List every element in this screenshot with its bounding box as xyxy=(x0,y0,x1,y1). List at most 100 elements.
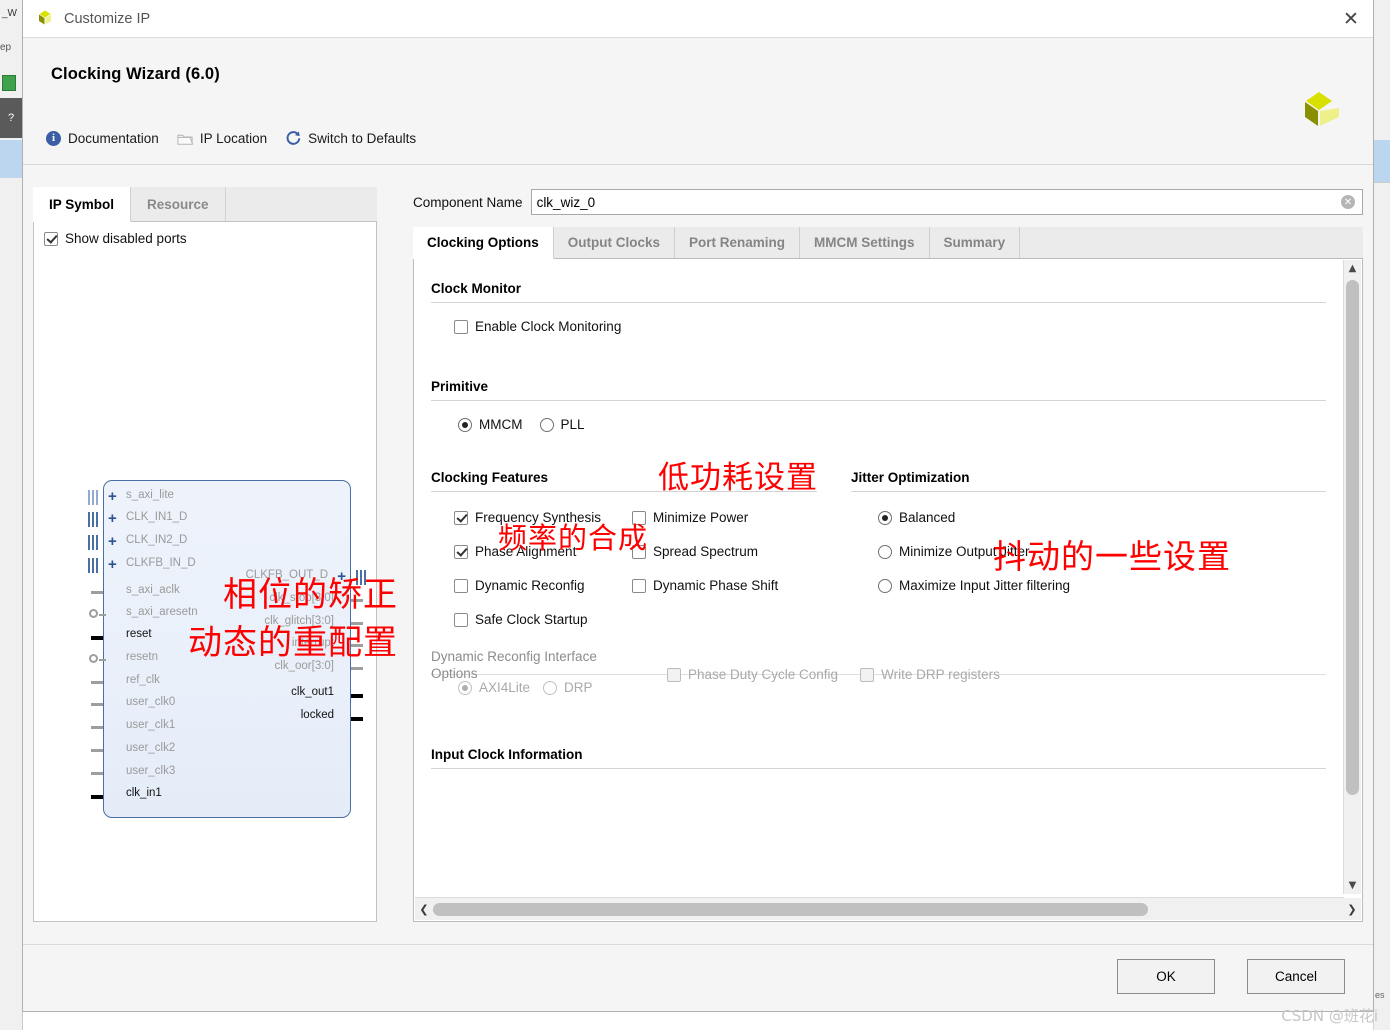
port-pin-clk-in1 xyxy=(91,795,103,799)
port-pin-user-clk1 xyxy=(91,726,103,729)
port-label-resetn: resetn xyxy=(126,651,158,663)
expand-icon[interactable]: + xyxy=(108,534,117,549)
scroll-up-icon[interactable]: ▲ xyxy=(1344,260,1361,277)
jitter-maximize-input-row[interactable]: Maximize Input Jitter filtering xyxy=(878,578,1343,593)
documentation-button[interactable]: i Documentation xyxy=(45,130,159,147)
dynamic-phase-shift-row[interactable]: Dynamic Phase Shift xyxy=(632,578,834,593)
tab-ip-symbol[interactable]: IP Symbol xyxy=(33,187,132,222)
port-pin-s-axi-lite xyxy=(88,490,98,505)
jitter-balanced-radio[interactable] xyxy=(878,510,892,525)
clock-monitor-heading: Clock Monitor xyxy=(431,281,521,296)
port-label-user-clk0: user_clk0 xyxy=(126,696,176,708)
axi4lite-radio[interactable] xyxy=(458,680,472,695)
port-pin-clk-in2-d xyxy=(88,535,98,550)
component-name-field[interactable]: ✕ xyxy=(530,189,1363,215)
port-label-user-clk1: user_clk1 xyxy=(126,719,176,731)
frequency-synthesis-note: 频率的合成 xyxy=(498,521,649,555)
folder-icon xyxy=(177,130,194,147)
dynamic-reconfig-section: Dynamic Reconfig Interface Options AXI4L… xyxy=(414,649,1343,695)
expand-icon[interactable]: + xyxy=(108,489,117,504)
customize-ip-dialog: Customize IP ✕ Clocking Wizard (6.0) i D… xyxy=(22,0,1374,1012)
horizontal-scrollbar-thumb[interactable] xyxy=(433,902,1148,916)
background-right-divider xyxy=(1374,182,1390,183)
ip-symbol-panel: IP Symbol Resource Show disabled ports +… xyxy=(33,187,377,922)
horizontal-scrollbar[interactable]: ❮ xyxy=(415,897,1344,920)
spread-spectrum-label: Spread Spectrum xyxy=(653,544,759,559)
jitter-balanced-row[interactable]: Balanced xyxy=(878,510,1343,525)
write-drp-registers-checkbox[interactable] xyxy=(860,667,875,682)
background-right-selected xyxy=(1374,140,1390,182)
dialog-title: Customize IP xyxy=(64,10,151,27)
port-label-clk-in2-d: CLK_IN2_D xyxy=(126,534,188,546)
tab-mmcm-settings[interactable]: MMCM Settings xyxy=(800,227,930,258)
switch-to-defaults-button[interactable]: Switch to Defaults xyxy=(285,130,416,147)
port-pin-user-clk3 xyxy=(91,772,103,775)
jitter-optimization-heading: Jitter Optimization xyxy=(851,470,970,485)
jitter-minimize-output-radio[interactable] xyxy=(878,544,892,559)
primitive-pll-label: PLL xyxy=(560,417,585,432)
port-pin-user-clk0 xyxy=(91,703,103,706)
vertical-scrollbar-thumb[interactable] xyxy=(1346,280,1359,795)
cancel-button[interactable]: Cancel xyxy=(1247,959,1345,994)
scroll-down-icon[interactable]: ▼ xyxy=(1344,877,1361,894)
background-fragment-2: ep xyxy=(0,42,12,53)
phase-duty-cycle-config-checkbox[interactable] xyxy=(667,667,681,682)
primitive-pll-radio[interactable] xyxy=(539,417,554,432)
show-disabled-ports-row[interactable]: Show disabled ports xyxy=(34,222,376,246)
vertical-scrollbar[interactable]: ▲ ▼ xyxy=(1343,260,1361,894)
write-drp-registers-label: Write DRP registers xyxy=(881,667,1000,682)
spread-spectrum-row[interactable]: Spread Spectrum xyxy=(632,544,834,559)
port-pin-user-clk2 xyxy=(91,749,103,752)
port-label-s-axi-aclk: s_axi_aclk xyxy=(126,584,180,596)
phase-alignment-checkbox[interactable] xyxy=(454,544,468,559)
ip-location-button[interactable]: IP Location xyxy=(177,130,267,147)
phase-correction-note: 相位的矫正 xyxy=(223,575,398,615)
port-label-clk-in1: clk_in1 xyxy=(126,787,162,799)
show-disabled-ports-label: Show disabled ports xyxy=(65,231,187,246)
watermark: CSDN @班花i xyxy=(1281,1007,1378,1025)
tab-summary[interactable]: Summary xyxy=(929,227,1021,258)
close-icon[interactable]: ✕ xyxy=(1337,6,1365,32)
minimize-power-row[interactable]: Minimize Power xyxy=(632,510,834,525)
component-name-row: Component Name ✕ xyxy=(413,187,1363,217)
tab-clocking-options[interactable]: Clocking Options xyxy=(413,227,554,259)
tab-resource[interactable]: Resource xyxy=(131,187,226,221)
component-name-input[interactable] xyxy=(531,190,1362,214)
port-label-clk-out1: clk_out1 xyxy=(291,686,334,698)
safe-clock-startup-checkbox[interactable] xyxy=(454,612,468,627)
clear-icon[interactable]: ✕ xyxy=(1341,195,1355,209)
ok-button[interactable]: OK xyxy=(1117,959,1215,994)
drp-radio-group: AXI4Lite DRP xyxy=(458,654,680,695)
port-pin-clkfb-in-d xyxy=(88,558,98,573)
expand-icon[interactable]: + xyxy=(108,511,117,526)
enable-clock-monitoring-checkbox[interactable] xyxy=(454,319,468,334)
jitter-maximize-input-radio[interactable] xyxy=(878,578,892,593)
minimize-power-label: Minimize Power xyxy=(653,510,749,525)
dynamic-reconfig-row[interactable]: Dynamic Reconfig xyxy=(454,578,632,593)
xilinx-logo-icon xyxy=(1305,92,1339,126)
frequency-synthesis-checkbox[interactable] xyxy=(454,510,468,525)
enable-clock-monitoring-label: Enable Clock Monitoring xyxy=(475,319,622,334)
enable-clock-monitoring-row[interactable]: Enable Clock Monitoring xyxy=(454,319,1343,334)
primitive-mmcm-radio[interactable] xyxy=(458,417,472,432)
tab-port-renaming[interactable]: Port Renaming xyxy=(675,227,801,258)
dynamic-reconfig-checkbox[interactable] xyxy=(454,578,468,593)
port-label-user-clk2: user_clk2 xyxy=(126,742,176,754)
safe-clock-startup-row[interactable]: Safe Clock Startup xyxy=(454,612,632,627)
port-label-user-clk3: user_clk3 xyxy=(126,765,176,777)
drp-radio[interactable] xyxy=(543,680,558,695)
expand-icon[interactable]: + xyxy=(108,557,117,572)
scroll-left-icon[interactable]: ❮ xyxy=(415,903,433,916)
left-panel-tabstrip: IP Symbol Resource xyxy=(33,187,377,222)
background-fragment-4: es xyxy=(1375,990,1385,1000)
dialog-footer: OK Cancel xyxy=(23,944,1373,1011)
switch-defaults-label: Switch to Defaults xyxy=(308,131,417,146)
jitter-note: 抖动的一些设置 xyxy=(993,537,1231,576)
tab-output-clocks[interactable]: Output Clocks xyxy=(553,227,676,258)
scroll-right-icon[interactable]: ❯ xyxy=(1343,898,1361,920)
dynamic-phase-shift-checkbox[interactable] xyxy=(632,578,646,593)
input-clock-information-heading: Input Clock Information xyxy=(431,747,583,762)
show-disabled-ports-checkbox[interactable] xyxy=(44,231,58,246)
primitive-options-row: MMCM PLL xyxy=(458,417,1343,432)
dynamic-reconfig-note: 动态的重配置 xyxy=(188,623,398,663)
